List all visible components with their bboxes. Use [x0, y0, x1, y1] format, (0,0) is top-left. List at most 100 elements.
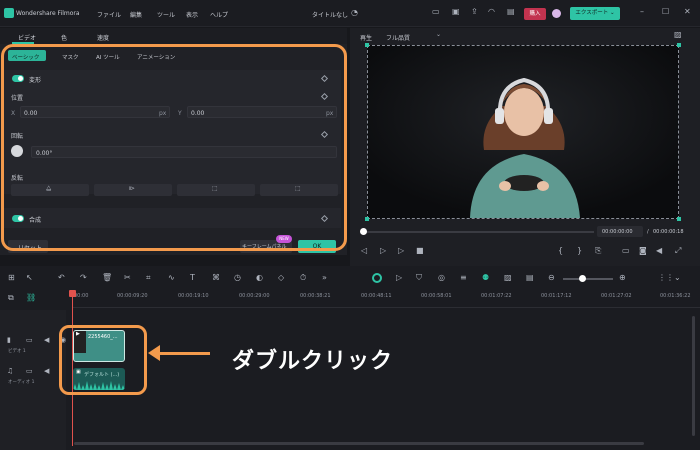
redo-icon[interactable]: ↷ [80, 274, 87, 282]
time-ruler[interactable]: 00:00 00:00:09:20 00:00:19:10 00:00:29:0… [72, 290, 700, 308]
split-icon[interactable]: ⎘ [595, 247, 601, 255]
list-icon[interactable]: ≡ [460, 274, 467, 282]
monitor-icon[interactable]: ▭ [432, 8, 440, 16]
title-bar: Wondershare Filmora ファイル 編集 ツール 表示 ヘルプ タ… [0, 0, 700, 27]
export-label: エクスポート [575, 10, 609, 16]
crop-icon[interactable]: ⌗ [146, 274, 151, 282]
menu-edit[interactable]: 編集 [130, 10, 142, 19]
snapshot-icon[interactable]: ◙ [639, 247, 647, 255]
menu-file[interactable]: ファイル [97, 10, 121, 19]
annotation-arrow-icon [152, 352, 210, 355]
volume-icon[interactable]: ◀ [656, 247, 662, 255]
ruler-label: 00:01:17:12 [541, 293, 572, 299]
zoom-in-icon[interactable]: ⊕ [619, 274, 626, 282]
more-icon[interactable]: » [322, 274, 327, 282]
preview-panel: 再生 フル品質 ⌄ ▨ 00:00:00:00 / 00:00:00:18 ◁ … [350, 28, 700, 266]
folder-icon[interactable]: ▭ [26, 337, 33, 344]
layout-grid-icon[interactable]: ⊞ [8, 274, 15, 282]
property-panel: ビデオ 色 速度 ベーシック マスク AI ツール アニメーション 変形 位置 … [0, 28, 347, 255]
headset-icon[interactable]: ◠ [488, 8, 495, 16]
app-name: Wondershare Filmora [16, 10, 80, 17]
play-icon[interactable]: ▷ [398, 247, 404, 255]
quality-select[interactable]: フル品質 [386, 33, 410, 42]
clock-icon[interactable]: ◔ [351, 9, 358, 17]
zoom-slider-knob[interactable] [579, 275, 586, 282]
zoom-slider[interactable] [563, 278, 613, 280]
upload-icon[interactable]: ⇪ [471, 8, 478, 16]
prev-frame-icon[interactable]: ◁ [361, 247, 367, 255]
folder-icon[interactable]: ▭ [26, 368, 33, 375]
horizontal-scrollbar[interactable] [74, 442, 644, 445]
drag-handle-icon[interactable]: ⋮⋮ [658, 274, 674, 282]
picture-icon[interactable]: ▨ [674, 31, 682, 39]
export-button[interactable]: エクスポート ⌄ [570, 7, 620, 20]
maximize-icon[interactable]: ☐ [662, 8, 669, 16]
shield-icon[interactable]: ⛉ [416, 274, 422, 282]
step-forward-icon[interactable]: ▷ [380, 247, 386, 255]
gift-icon[interactable]: ▤ [507, 8, 515, 16]
avatar[interactable] [552, 9, 561, 18]
playhead-knob[interactable] [360, 228, 367, 235]
microphone-icon[interactable]: ◎ [438, 274, 445, 282]
fullscreen-icon[interactable]: ⤢ [675, 247, 681, 255]
speaker-icon[interactable]: ◀ [44, 337, 49, 344]
speed-icon[interactable]: ⌘ [212, 274, 220, 282]
mark-out-icon[interactable]: } [577, 247, 582, 255]
ruler-label: 00:01:36:22 [660, 293, 691, 299]
select-pointer-icon[interactable]: ↖ [26, 274, 33, 282]
timeline-panel: ⊞ ↖ ↶ ↷ 🗑 ✂ ⌗ ∿ T ⌘ ◷ ◐ ◇ ⏱ » ▷ ⛉ ◎ ≡ ⚉ … [0, 266, 700, 450]
corner-handle[interactable] [677, 217, 681, 221]
corner-handle[interactable] [365, 217, 369, 221]
add-track-icon[interactable]: ⧉ [8, 294, 14, 302]
tab-speed[interactable]: 速度 [97, 33, 109, 42]
vertical-scrollbar[interactable] [692, 316, 695, 436]
minimize-icon[interactable]: – [640, 8, 644, 16]
mark-in-icon[interactable]: { [558, 247, 563, 255]
video-frame[interactable] [367, 45, 679, 219]
timer-icon[interactable]: ◷ [234, 274, 241, 282]
chevron-down-icon[interactable]: ⌄ [436, 32, 441, 38]
buy-button[interactable]: 購入 [524, 8, 546, 20]
text-icon[interactable]: T [190, 274, 195, 282]
menu-tools[interactable]: ツール [157, 10, 175, 19]
girl-with-controller-image [368, 46, 678, 218]
play-circle-icon[interactable]: ▷ [396, 274, 402, 282]
cut-icon[interactable]: ✂ [124, 274, 131, 282]
tab-video[interactable]: ビデオ [18, 33, 36, 42]
menu-help[interactable]: ヘルプ [210, 10, 228, 19]
link-icon[interactable]: ⛓ [26, 294, 36, 302]
image-icon[interactable]: ▨ [504, 274, 512, 282]
audio-wave-icon[interactable]: ∿ [168, 274, 175, 282]
stopwatch-icon[interactable]: ⏱ [300, 274, 306, 282]
playhead-marker[interactable] [69, 290, 76, 297]
zoom-out-icon[interactable]: ⊖ [548, 274, 555, 282]
ruler-label: 00:00:38:21 [300, 293, 331, 299]
video-track-label: ビデオ 1 [8, 349, 26, 354]
property-panel-highlight [1, 44, 347, 251]
corner-handle[interactable] [677, 43, 681, 47]
keyframe-icon[interactable]: ◇ [278, 274, 284, 282]
chevron-down-icon[interactable]: ⌄ [674, 274, 681, 282]
display-icon[interactable]: ▭ [622, 247, 630, 255]
stop-icon[interactable]: ■ [416, 247, 424, 255]
video-track-icon: ▮ [7, 336, 11, 344]
current-time: 00:00:00:00 [602, 229, 633, 235]
corner-handle[interactable] [365, 43, 369, 47]
delete-icon[interactable]: 🗑 [102, 274, 112, 282]
render-icon[interactable] [372, 273, 382, 283]
main-tab-bar [0, 28, 347, 44]
menu-view[interactable]: 表示 [186, 10, 198, 19]
save-icon[interactable]: ▣ [452, 8, 460, 16]
playback-mode[interactable]: 再生 [360, 33, 372, 42]
color-palette-icon[interactable]: ◐ [256, 274, 263, 282]
progress-track[interactable] [364, 231, 594, 233]
ai-robot-icon[interactable]: ⚉ [482, 274, 489, 282]
project-title: タイトルなし [312, 12, 349, 19]
speaker-icon[interactable]: ◀ [44, 368, 49, 375]
undo-icon[interactable]: ↶ [58, 274, 65, 282]
ruler-label: 00:00:58:01 [421, 293, 452, 299]
scene-icon[interactable]: ▤ [526, 274, 534, 282]
tab-color[interactable]: 色 [61, 33, 67, 42]
close-icon[interactable]: ✕ [684, 8, 691, 16]
chevron-down-icon: ⌄ [609, 10, 615, 16]
